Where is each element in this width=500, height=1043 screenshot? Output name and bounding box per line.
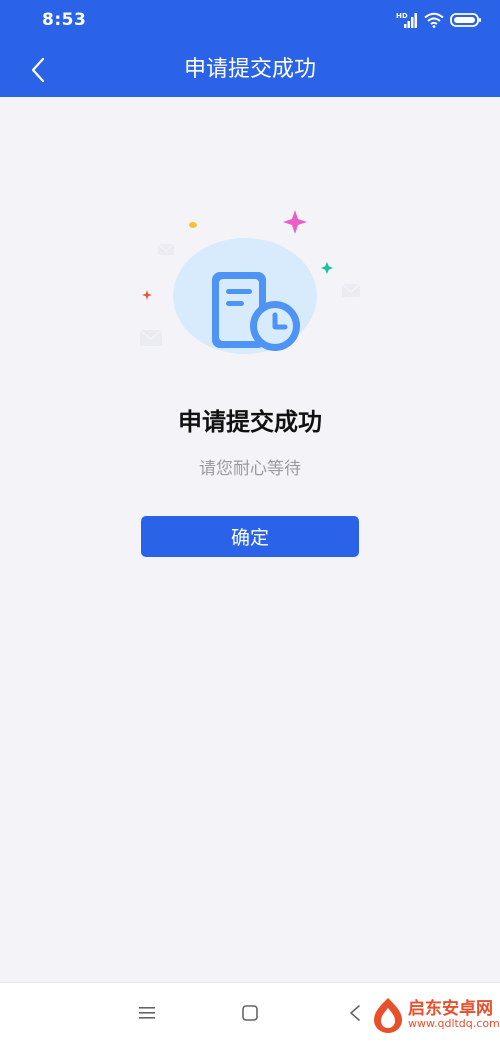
watermark-logo-icon bbox=[374, 998, 402, 1033]
app-header: 8:53 HD 申请提交成功 bbox=[0, 0, 500, 97]
watermark-name: 启东安卓网 bbox=[408, 998, 493, 1019]
battery-icon bbox=[450, 13, 481, 27]
watermark: 启东安卓网 www.qdltdq.com bbox=[372, 992, 500, 1038]
status-icons: HD bbox=[396, 8, 482, 32]
result-title: 申请提交成功 bbox=[178, 408, 322, 436]
pink-sparkle-icon bbox=[283, 210, 307, 234]
confirm-button[interactable]: 确定 bbox=[141, 516, 359, 557]
wifi-icon bbox=[424, 12, 444, 28]
result-subtitle: 请您耐心等待 bbox=[199, 459, 301, 479]
watermark-url: www.qdltdq.com bbox=[408, 1017, 500, 1031]
document-clock-icon bbox=[139, 210, 361, 354]
system-back-button[interactable] bbox=[335, 993, 375, 1033]
red-sparkle-icon bbox=[142, 290, 152, 300]
yellow-dot-icon bbox=[189, 222, 197, 228]
home-square-icon bbox=[242, 1005, 258, 1021]
status-time: 8:53 bbox=[42, 10, 87, 30]
network-label: HD bbox=[396, 12, 408, 20]
home-button[interactable] bbox=[230, 993, 270, 1033]
envelope-icon bbox=[157, 243, 175, 255]
teal-sparkle-icon bbox=[321, 262, 333, 274]
envelope-icon bbox=[139, 329, 163, 346]
menu-button[interactable] bbox=[127, 993, 167, 1033]
signal-icon: HD bbox=[396, 12, 417, 28]
envelope-icon bbox=[341, 283, 361, 297]
back-triangle-icon bbox=[350, 1005, 360, 1021]
menu-icon bbox=[139, 1007, 155, 1019]
page-title: 申请提交成功 bbox=[183, 57, 316, 82]
